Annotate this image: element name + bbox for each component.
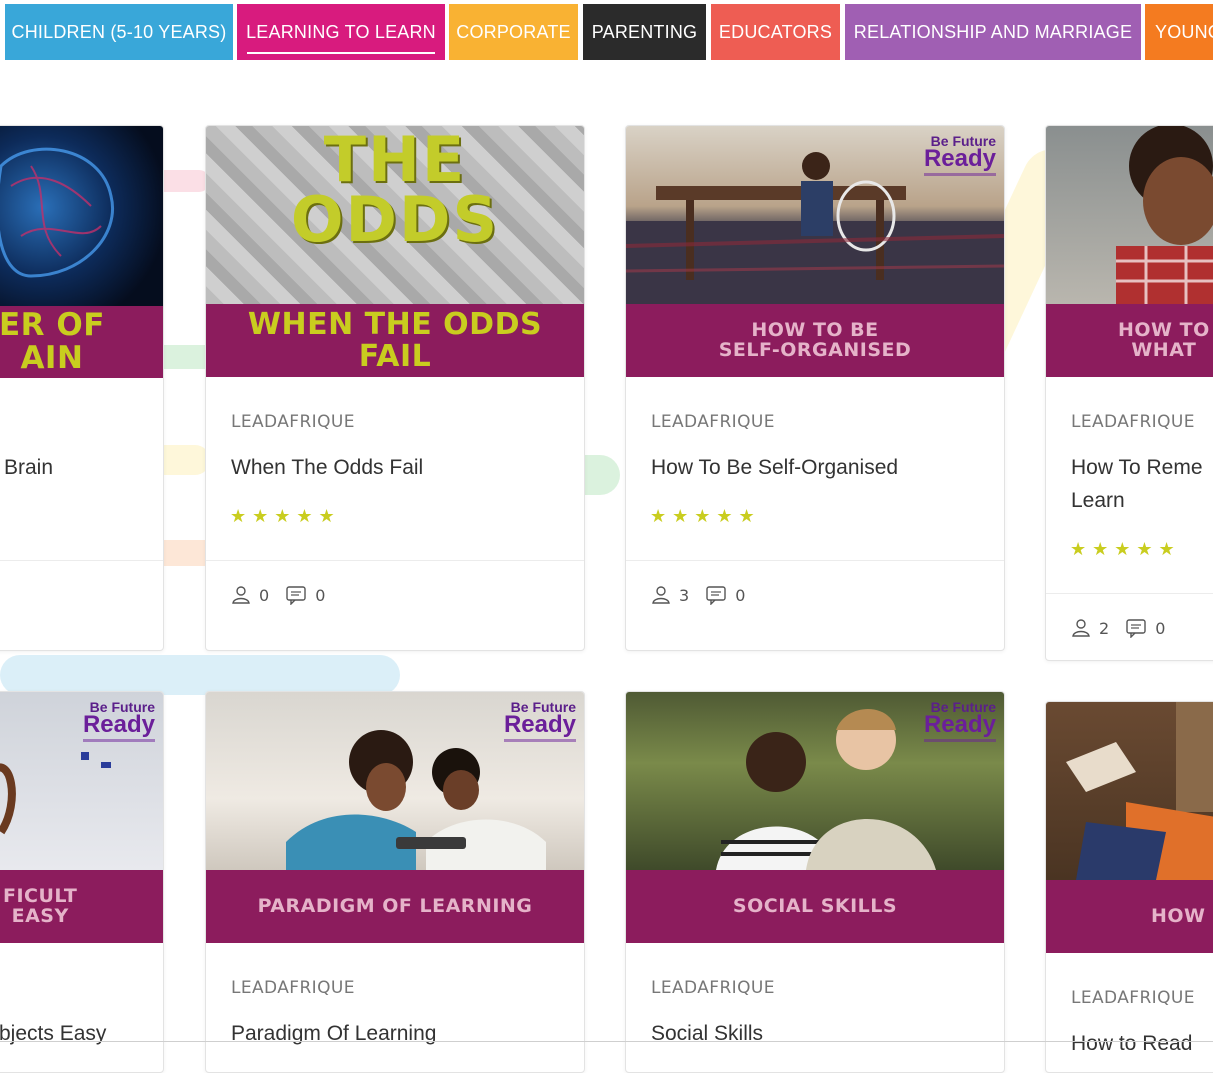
comment-icon — [1125, 618, 1147, 638]
tab-educators[interactable]: EDUCATORS — [711, 4, 840, 60]
course-title-band: ER OF AIN — [0, 306, 163, 378]
tab-parenting[interactable]: PARENTING — [583, 4, 706, 60]
course-card[interactable]: THE ODDS WHEN THE ODDS FAIL LEADAFRIQUE … — [205, 125, 585, 651]
tab-young[interactable]: YOUNG — [1145, 4, 1213, 60]
rating-stars: ★★★★★ — [650, 506, 761, 526]
course-thumbnail: THE ODDS — [206, 126, 584, 306]
course-author[interactable]: LEADAFRIQUE — [1071, 412, 1195, 432]
band-text: ER OF AIN — [0, 307, 105, 376]
odds-big-text: THE ODDS — [290, 126, 500, 256]
comment-icon — [285, 585, 307, 605]
child-reading-image — [1066, 702, 1213, 880]
course-author[interactable]: LEADAFRIQUE — [1071, 988, 1195, 1008]
course-meta: 2 0 — [1071, 618, 1165, 638]
card-divider — [0, 560, 163, 561]
tab-label: EDUCATORS — [718, 21, 833, 42]
course-author[interactable]: LEADAFRIQUE — [651, 412, 775, 432]
comment-icon — [705, 585, 727, 605]
comments-count: 0 — [1155, 618, 1166, 638]
course-title-band: HOW TO BE SELF-ORGANISED — [626, 304, 1004, 377]
card-divider — [1046, 593, 1213, 594]
course-card[interactable]: ER OF AIN Brain — [0, 125, 164, 651]
course-card[interactable]: HOW LEADAFRIQUE How to Read — [1045, 701, 1213, 1073]
active-underline — [247, 52, 435, 54]
band-text: SOCIAL SKILLS — [732, 894, 898, 917]
band-text: HOW TO WHAT — [1118, 318, 1210, 361]
band-text: HOW TO BE SELF-ORGANISED — [718, 318, 912, 361]
course-card[interactable]: Be Future Ready PARADIGM OF LEARNING LEAD… — [205, 691, 585, 1073]
child-portrait-image — [1116, 126, 1213, 304]
tab-label: LEARNING TO LEARN — [246, 21, 436, 42]
user-icon — [1071, 618, 1091, 638]
students-count: 2 — [1099, 618, 1110, 638]
course-card[interactable]: Be Future Ready HOW TO BE SELF-ORGANISED … — [625, 125, 1005, 651]
course-thumbnail — [1046, 702, 1213, 880]
comments-count: 0 — [315, 585, 326, 605]
card-divider — [626, 560, 1004, 561]
be-future-ready-logo: Be Future Ready — [83, 700, 155, 742]
tab-label: YOUNG — [1155, 21, 1213, 42]
course-title-band: SOCIAL SKILLS — [626, 870, 1004, 943]
course-title-band: PARADIGM OF LEARNING — [206, 870, 584, 943]
rating-stars: ★★★★★ — [230, 506, 341, 526]
band-text: HOW — [1151, 904, 1206, 927]
band-text: PARADIGM OF LEARNING — [257, 894, 533, 917]
viewport-edge — [0, 1041, 1213, 1042]
tab-learning-to-learn[interactable]: LEARNING TO LEARN — [237, 4, 445, 60]
course-title[interactable]: Brain — [4, 451, 151, 484]
course-title-band: HOW TO WHAT — [1046, 304, 1213, 377]
course-title-band: HOW — [1046, 880, 1213, 953]
course-card[interactable]: Be Future Ready FICULT EASY bjects Easy — [0, 691, 164, 1073]
course-card[interactable]: HOW TO WHAT LEADAFRIQUE How To Reme Lear… — [1045, 125, 1213, 661]
background-streak — [0, 655, 400, 695]
course-title[interactable]: How to Read — [1071, 1027, 1213, 1060]
be-future-ready-logo: Be Future Ready — [924, 700, 996, 742]
course-author[interactable]: LEADAFRIQUE — [231, 412, 355, 432]
course-thumbnail: Be Future Ready — [626, 692, 1004, 870]
course-thumbnail: Be Future Ready — [206, 692, 584, 870]
card-divider — [206, 560, 584, 561]
user-icon — [231, 585, 251, 605]
tab-label: RELATIONSHIP AND MARRIAGE — [853, 21, 1133, 42]
be-future-ready-logo: Be Future Ready — [504, 700, 576, 742]
course-meta: 0 0 — [231, 585, 325, 605]
category-tabs: CHILDREN (5-10 YEARS) LEARNING TO LEARN … — [0, 4, 1213, 60]
course-author[interactable]: LEADAFRIQUE — [651, 978, 775, 998]
band-text: FICULT EASY — [3, 884, 78, 927]
course-author[interactable]: LEADAFRIQUE — [231, 978, 355, 998]
tab-label: CORPORATE — [456, 21, 571, 42]
course-thumbnail — [1046, 126, 1213, 304]
course-title[interactable]: Social Skills — [651, 1017, 992, 1050]
tab-relationship-and-marriage[interactable]: RELATIONSHIP AND MARRIAGE — [845, 4, 1141, 60]
course-card[interactable]: Be Future Ready SOCIAL SKILLS LEADAFRIQUE… — [625, 691, 1005, 1073]
comments-count: 0 — [735, 585, 746, 605]
rating-stars: ★★★★★ — [1070, 539, 1181, 559]
course-title[interactable]: Paradigm Of Learning — [231, 1017, 572, 1050]
user-icon — [651, 585, 671, 605]
course-title[interactable]: How To Reme Learn — [1071, 451, 1213, 517]
course-thumbnail: Be Future Ready — [626, 126, 1004, 304]
course-title[interactable]: When The Odds Fail — [231, 451, 572, 484]
course-meta: 3 0 — [651, 585, 745, 605]
be-future-ready-logo: Be Future Ready — [924, 134, 996, 176]
students-count: 3 — [679, 585, 690, 605]
course-title[interactable]: How To Be Self-Organised — [651, 451, 992, 484]
course-title-band: FICULT EASY — [0, 870, 163, 943]
tab-corporate[interactable]: CORPORATE — [449, 4, 578, 60]
tab-label: CHILDREN (5-10 YEARS) — [11, 21, 227, 42]
course-title[interactable]: bjects Easy — [0, 1017, 151, 1050]
band-text: WHEN THE ODDS FAIL — [247, 307, 543, 374]
course-title-band: WHEN THE ODDS FAIL — [206, 304, 584, 377]
tab-label: PARENTING — [591, 21, 698, 42]
course-thumbnail: Be Future Ready — [0, 692, 163, 870]
course-thumbnail — [0, 126, 163, 306]
students-count: 0 — [259, 585, 270, 605]
tab-children[interactable]: CHILDREN (5-10 YEARS) — [5, 4, 233, 60]
brain-image — [0, 147, 114, 278]
